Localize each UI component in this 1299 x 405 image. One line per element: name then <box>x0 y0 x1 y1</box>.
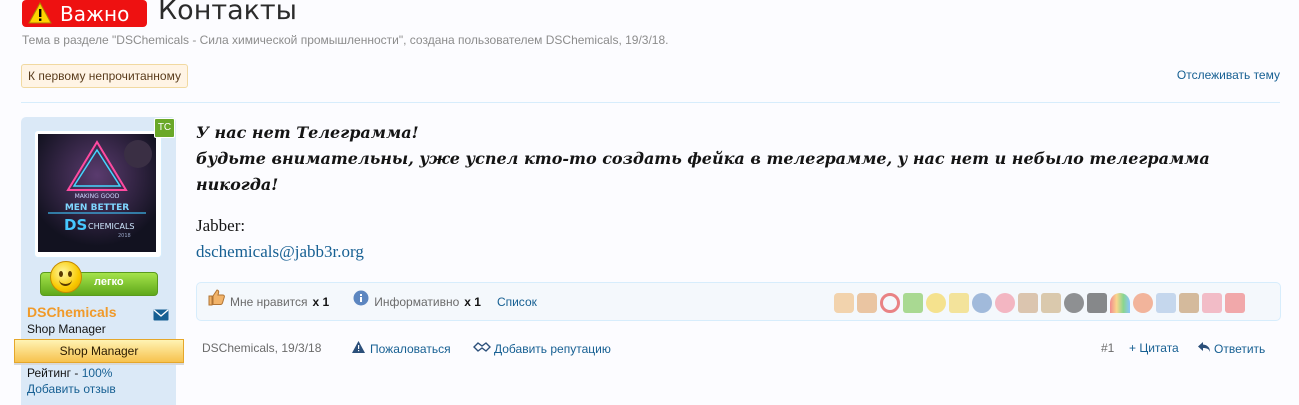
wrench-react-icon[interactable] <box>1018 293 1038 313</box>
star-react-icon[interactable] <box>949 293 969 313</box>
box-react-icon[interactable] <box>1179 293 1199 313</box>
like-label: Мне нравится <box>230 294 308 309</box>
add-review-link[interactable]: Добавить отзыв <box>27 382 116 396</box>
smiley-icon <box>50 261 82 293</box>
question-react-icon[interactable] <box>1202 293 1222 313</box>
like-count: x 1 <box>312 294 330 309</box>
post-author-date[interactable]: DSChemicals, 19/3/18 <box>202 341 321 355</box>
warning-icon <box>28 1 54 26</box>
svg-text:MAKING GOOD: MAKING GOOD <box>75 193 120 200</box>
info-count: x 1 <box>464 294 481 309</box>
abc-react-icon[interactable] <box>1156 293 1176 313</box>
topic-starter-badge: ТС <box>154 118 175 138</box>
info-label: Информативно <box>374 294 460 309</box>
user-rating: Рейтинг - 100% <box>27 366 112 380</box>
add-reputation-link[interactable]: Добавить репутацию <box>473 341 611 356</box>
message-line-1: У нас нет Телеграмма! <box>196 123 419 142</box>
rainbow-react-icon[interactable] <box>1110 293 1130 313</box>
smile-react-icon[interactable] <box>926 293 946 313</box>
message-body: У нас нет Телеграмма! будьте внимательны… <box>196 120 1276 198</box>
quote-link[interactable]: + Цитата <box>1129 341 1179 355</box>
ban-react-icon[interactable] <box>880 293 900 313</box>
thread-meta: Тема в разделе "DSChemicals - Сила химич… <box>22 33 669 47</box>
mood-text: легко <box>94 276 124 288</box>
post-number[interactable]: #1 <box>1101 341 1114 355</box>
jabber-email-link[interactable]: dschemicals@jabb3r.org <box>196 242 364 262</box>
brush-react-icon[interactable] <box>1041 293 1061 313</box>
user-title: Shop Manager <box>27 322 106 336</box>
svg-text:2018: 2018 <box>118 233 131 239</box>
quote-label[interactable]: + Цитата <box>1129 341 1179 355</box>
info-react-icon[interactable] <box>972 293 992 313</box>
biohazard-react-icon[interactable] <box>1064 293 1084 313</box>
mail-icon[interactable] <box>153 306 169 321</box>
reply-arrow-icon <box>1197 341 1211 356</box>
reply-link[interactable]: Ответить <box>1197 341 1265 356</box>
list-link[interactable]: Список <box>497 288 537 316</box>
thread-title: Контакты <box>158 0 297 26</box>
dislike-react-icon[interactable] <box>857 293 877 313</box>
important-badge: Важно <box>22 0 147 27</box>
divider <box>21 102 1280 103</box>
svg-text:DS: DS <box>64 216 87 234</box>
first-unread-button[interactable]: К первому непрочитанному <box>21 64 188 88</box>
message-line-2: будьте внимательны, уже успел кто-то соз… <box>196 149 1210 194</box>
user-ribbon: Shop Manager <box>14 339 184 363</box>
likes-bar: Мне нравится x 1 Информативно x 1 Список <box>196 282 1281 321</box>
reply-label[interactable]: Ответить <box>1214 342 1265 356</box>
svg-text:MEN BETTER: MEN BETTER <box>65 203 129 213</box>
reaction-icons <box>834 293 1245 313</box>
likes-summary: Мне нравится x 1 Информативно x 1 Список <box>207 283 537 320</box>
rating-label: Рейтинг - <box>27 366 82 380</box>
report-warning-icon <box>352 341 365 356</box>
jabber-label: Jabber: <box>196 216 246 235</box>
rating-value: 100% <box>81 366 113 380</box>
avatar[interactable]: MAKING GOOD MEN BETTER DS CHEMICALS 2018 <box>38 134 156 252</box>
username-link[interactable]: DSChemicals <box>27 304 116 320</box>
clock-react-icon[interactable] <box>1133 293 1153 313</box>
important-label: Важно <box>60 1 130 26</box>
close-react-icon[interactable] <box>1225 293 1245 313</box>
thumbs-up-icon <box>207 288 225 316</box>
report-link[interactable]: Пожаловаться <box>352 341 451 356</box>
handshake-icon <box>473 341 491 356</box>
heart-react-icon[interactable] <box>995 293 1015 313</box>
report-label[interactable]: Пожаловаться <box>370 342 451 356</box>
add-reputation-label[interactable]: Добавить репутацию <box>494 342 611 356</box>
check-react-icon[interactable] <box>903 293 923 313</box>
watch-thread-link[interactable]: Отслеживать тему <box>1177 68 1280 82</box>
svg-text:CHEMICALS: CHEMICALS <box>88 222 135 231</box>
like-react-icon[interactable] <box>834 293 854 313</box>
info-icon <box>353 288 369 316</box>
skull-react-icon[interactable] <box>1087 293 1107 313</box>
